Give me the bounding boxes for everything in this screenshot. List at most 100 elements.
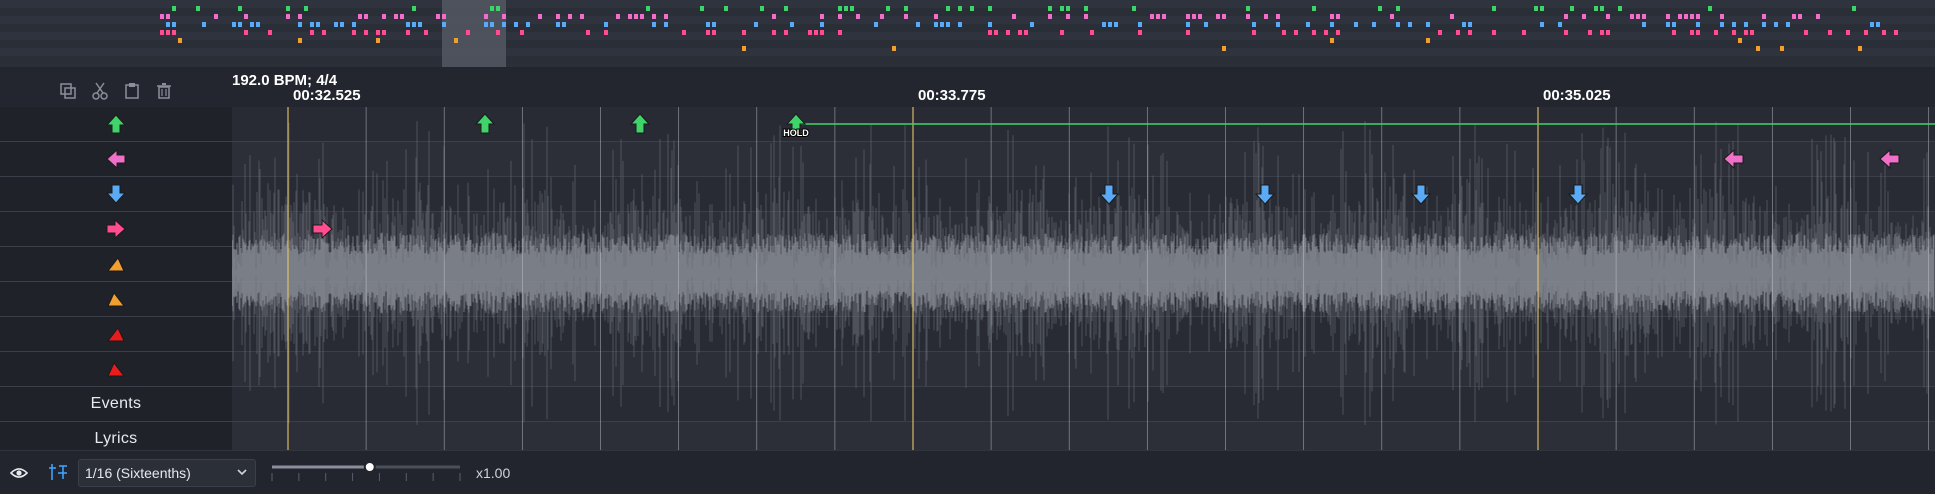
eye-icon[interactable]: [10, 464, 28, 482]
snap-value: 1/16 (Sixteenths): [85, 465, 191, 481]
minimap-band: [0, 32, 1935, 40]
minimap-note: [1894, 30, 1898, 35]
minimap-note: [1438, 30, 1442, 35]
minimap-note: [1114, 22, 1118, 27]
minimap-note: [250, 22, 254, 27]
minimap-note: [904, 14, 908, 19]
minimap-note: [244, 14, 248, 19]
minimap-note: [1876, 22, 1880, 27]
minimap-note: [1642, 14, 1646, 19]
minimap-note: [1186, 30, 1190, 35]
minimap-note: [1666, 22, 1670, 27]
minimap-note: [376, 38, 380, 43]
minimap-note: [1084, 6, 1088, 11]
paste-icon[interactable]: [122, 81, 142, 101]
minimap-note: [1192, 14, 1196, 19]
lane-orange-2[interactable]: [0, 282, 232, 317]
minimap-band: [0, 40, 1935, 48]
minimap-note: [1084, 14, 1088, 19]
minimap-note: [1060, 30, 1064, 35]
minimap-note: [484, 14, 488, 19]
hold-label: HOLD: [783, 128, 809, 138]
lane-headers: Events Lyrics: [0, 107, 232, 450]
minimap-note: [1006, 30, 1010, 35]
minimap-note: [1708, 6, 1712, 11]
minimap-note: [1762, 14, 1766, 19]
minimap-note: [1846, 30, 1850, 35]
minimap-note: [874, 22, 878, 27]
minimap-note: [724, 6, 728, 11]
minimap-note: [580, 14, 584, 19]
minimap-note: [364, 30, 368, 35]
minimap-note: [442, 14, 446, 19]
minimap-note: [1252, 22, 1256, 27]
minimap-note: [664, 22, 668, 27]
minimap-note: [1690, 14, 1694, 19]
minimap-note: [1066, 6, 1070, 11]
minimap-note: [322, 30, 326, 35]
minimap-note: [496, 6, 500, 11]
zoom-slider[interactable]: [268, 461, 464, 485]
minimap-note: [502, 14, 506, 19]
snap-icon[interactable]: [48, 462, 68, 482]
minimap-note: [1162, 14, 1166, 19]
delete-icon[interactable]: [154, 81, 174, 101]
chart-canvas[interactable]: HOLD: [232, 107, 1935, 450]
lane-right[interactable]: [0, 212, 232, 247]
lane-red-2[interactable]: [0, 352, 232, 387]
minimap-note: [1564, 30, 1568, 35]
minimap-note: [706, 30, 710, 35]
lane-orange-1[interactable]: [0, 247, 232, 282]
minimap-note: [214, 14, 218, 19]
lane-left[interactable]: [0, 142, 232, 177]
minimap-note: [310, 30, 314, 35]
minimap-note: [1564, 14, 1568, 19]
minimap-note: [514, 22, 518, 27]
lane-up[interactable]: [0, 107, 232, 142]
minimap-note: [1336, 30, 1340, 35]
minimap-note: [1186, 22, 1190, 27]
zoom-thumb: [363, 461, 376, 473]
minimap-note: [1390, 14, 1394, 19]
chart-grid[interactable]: HOLD: [232, 107, 1935, 450]
snap-dropdown[interactable]: 1/16 (Sixteenths): [78, 459, 256, 487]
minimap-note: [892, 46, 896, 51]
copy-icon[interactable]: [58, 81, 78, 101]
minimap-note: [1468, 30, 1472, 35]
minimap-note: [1570, 6, 1574, 11]
minimap-note: [316, 22, 320, 27]
minimap-note: [844, 6, 848, 11]
minimap-note: [1816, 14, 1820, 19]
minimap-note: [556, 14, 560, 19]
minimap-note: [286, 6, 290, 11]
minimap-note: [1882, 30, 1886, 35]
minimap-note: [1804, 30, 1808, 35]
time-marker: 00:32.525: [293, 87, 361, 104]
minimap-note: [1588, 30, 1592, 35]
lane-down[interactable]: [0, 177, 232, 212]
time-ruler[interactable]: 00:32.525 00:33.775 00:35.025: [232, 87, 1935, 107]
minimap-note: [1426, 38, 1430, 43]
minimap-note: [1396, 22, 1400, 27]
minimap-note: [1066, 14, 1070, 19]
minimap-note: [1354, 22, 1358, 27]
cut-icon[interactable]: [90, 81, 110, 101]
minimap-note: [712, 22, 716, 27]
minimap-note: [298, 38, 302, 43]
minimap-band: [0, 48, 1935, 56]
minimap-note: [1852, 6, 1856, 11]
triangle-icon: [106, 327, 125, 342]
lane-red-1[interactable]: [0, 317, 232, 352]
minimap-note: [238, 6, 242, 11]
minimap-note: [424, 30, 428, 35]
minimap-note: [1186, 14, 1190, 19]
triangle-icon: [107, 292, 126, 307]
minimap-note: [742, 30, 746, 35]
lane-events[interactable]: Events: [0, 387, 232, 422]
chart-minimap[interactable]: [0, 0, 1935, 67]
minimap-note: [1630, 14, 1634, 19]
minimap-note: [1426, 22, 1430, 27]
minimap-note: [1744, 30, 1748, 35]
arrow-down-icon: [105, 184, 127, 204]
minimap-note: [640, 14, 644, 19]
